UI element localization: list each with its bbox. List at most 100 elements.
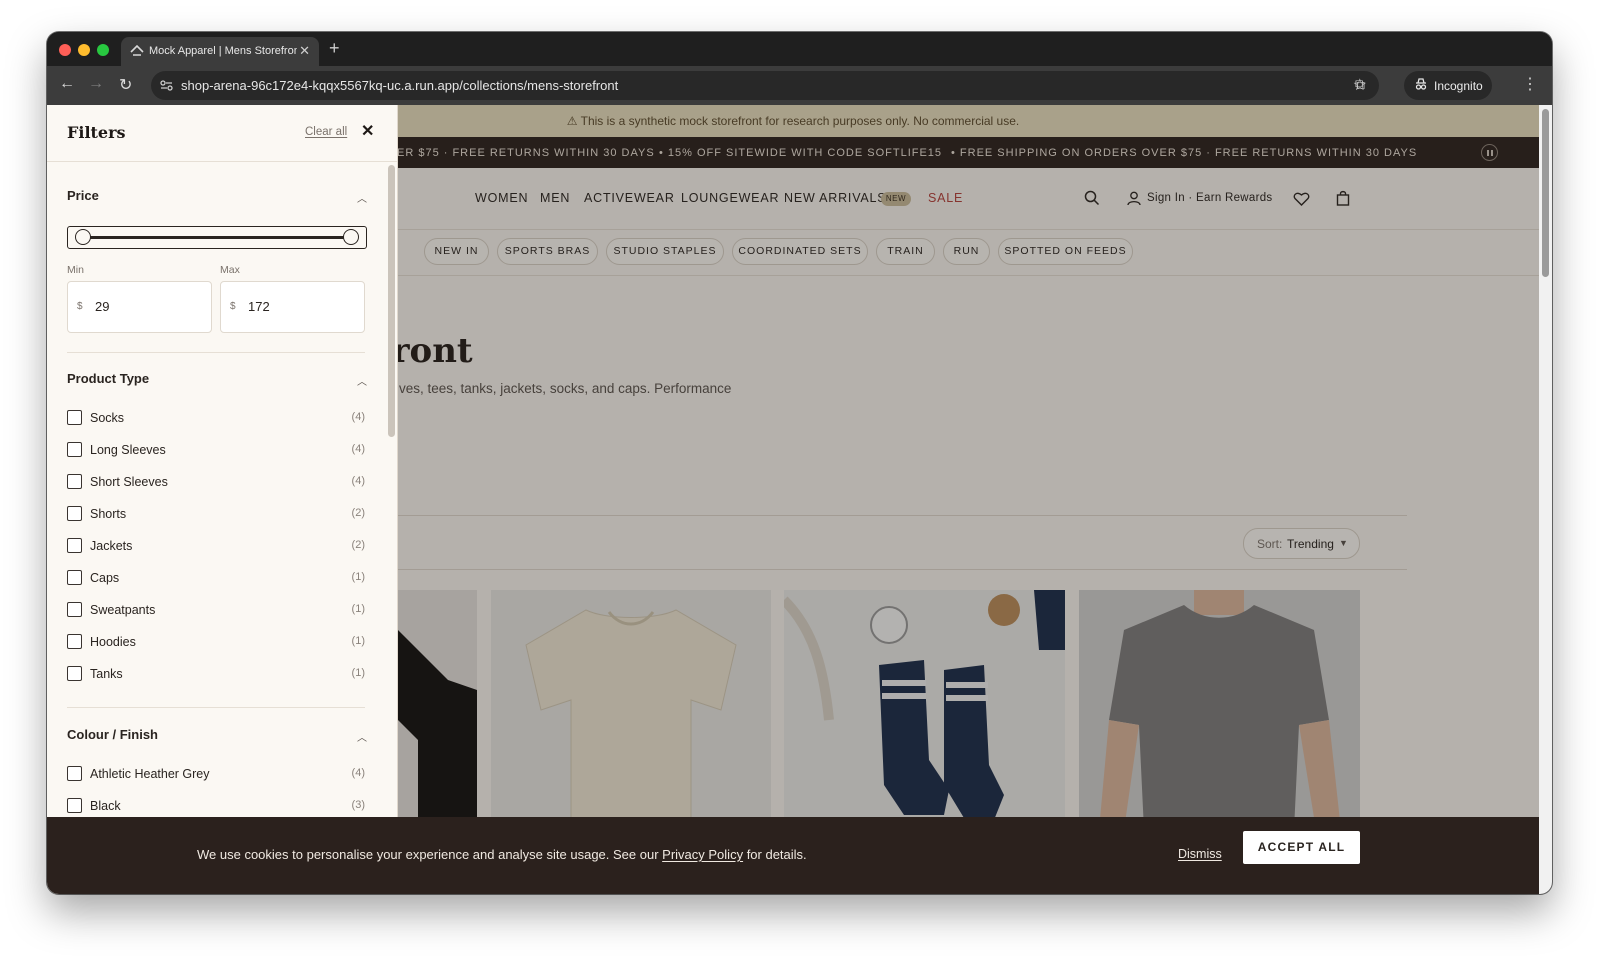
option-count: (1) xyxy=(351,667,365,679)
min-label: Min xyxy=(67,264,84,276)
reload-icon[interactable]: ↻ xyxy=(119,75,132,95)
filter-option[interactable]: Hoodies (1) xyxy=(67,633,367,653)
price-min-input[interactable]: $ 29 xyxy=(67,281,212,333)
filter-option[interactable]: Sweatpants (1) xyxy=(67,601,367,621)
incognito-indicator[interactable]: Incognito xyxy=(1404,71,1492,100)
filter-option[interactable]: Socks (4) xyxy=(67,409,367,429)
chevron-up-icon[interactable]: ︿ xyxy=(357,190,367,205)
option-count: (3) xyxy=(351,799,365,811)
option-label: Tanks xyxy=(90,667,123,681)
price-max-handle[interactable] xyxy=(343,229,359,245)
close-tab-icon[interactable]: ✕ xyxy=(299,43,310,59)
filters-title: Filters xyxy=(67,123,126,142)
price-range-track xyxy=(82,236,352,239)
tab-title: Mock Apparel | Mens Storefront xyxy=(149,45,297,57)
checkbox[interactable] xyxy=(67,506,82,521)
option-count: (4) xyxy=(351,411,365,423)
accept-all-cookies-button[interactable]: ACCEPT ALL xyxy=(1243,831,1360,864)
cookie-text: We use cookies to personalise your exper… xyxy=(197,847,663,862)
checkbox[interactable] xyxy=(67,474,82,489)
page-scrollbar-thumb[interactable] xyxy=(1542,109,1549,277)
checkbox[interactable] xyxy=(67,442,82,457)
checkbox[interactable] xyxy=(67,538,82,553)
checkbox[interactable] xyxy=(67,634,82,649)
option-label: Shorts xyxy=(90,507,127,521)
filter-option[interactable]: Shorts (2) xyxy=(67,505,367,525)
back-icon[interactable]: ← xyxy=(59,75,75,93)
product-type-heading[interactable]: Product Type xyxy=(67,371,149,386)
browser-menu-icon[interactable]: ⋮ xyxy=(1522,74,1538,94)
incognito-icon xyxy=(1415,78,1427,90)
checkbox[interactable] xyxy=(67,766,82,781)
checkbox[interactable] xyxy=(67,602,82,617)
price-min-handle[interactable] xyxy=(75,229,91,245)
option-count: (1) xyxy=(351,635,365,647)
page-dim-overlay[interactable] xyxy=(398,105,1539,894)
filter-option[interactable]: Short Sleeves (4) xyxy=(67,473,367,493)
privacy-policy-link[interactable]: Privacy Policy xyxy=(662,847,743,862)
cookie-banner: We use cookies to personalise your exper… xyxy=(47,817,1539,894)
tab-search-icon[interactable]: ⧉ xyxy=(1355,76,1365,93)
option-label: Athletic Heather Grey xyxy=(90,767,210,781)
filter-option[interactable]: Tanks (1) xyxy=(67,665,367,685)
page-scrollbar[interactable] xyxy=(1539,105,1552,894)
maximize-window-button[interactable] xyxy=(97,44,109,56)
filters-scrollbar[interactable] xyxy=(388,165,395,437)
checkbox[interactable] xyxy=(67,666,82,681)
option-label: Black xyxy=(90,799,121,813)
cookie-text: for details. xyxy=(743,847,807,862)
chevron-up-icon[interactable]: ︿ xyxy=(357,729,367,744)
option-label: Socks xyxy=(90,411,125,425)
filters-panel: Filters Clear all ✕ Price ︿ Min Max $ 29… xyxy=(47,105,398,894)
option-label: Caps xyxy=(90,571,120,585)
dismiss-cookie-button[interactable]: Dismiss xyxy=(1178,847,1222,861)
option-count: (4) xyxy=(351,475,365,487)
new-tab-icon[interactable]: + xyxy=(329,38,340,59)
page-viewport: ⚠ This is a synthetic mock storefront fo… xyxy=(47,105,1539,894)
filter-option[interactable]: Athletic Heather Grey (4) xyxy=(67,765,367,785)
price-heading[interactable]: Price xyxy=(67,188,99,203)
forward-icon[interactable]: → xyxy=(88,75,104,93)
option-label: Sweatpants xyxy=(90,603,156,617)
checkbox[interactable] xyxy=(67,410,82,425)
option-label: Jackets xyxy=(90,539,133,553)
site-settings-icon[interactable] xyxy=(159,78,174,93)
option-count: (4) xyxy=(351,767,365,779)
option-count: (1) xyxy=(351,603,365,615)
url-text: shop-arena-96c172e4-kqqx5567kq-uc.a.run.… xyxy=(181,78,619,93)
browser-tab[interactable]: Mock Apparel | Mens Storefront ✕ xyxy=(121,37,319,66)
browser-toolbar: ← → ↻ shop-arena-96c172e4-kqqx5567kq-uc.… xyxy=(47,66,1552,105)
price-min-value: 29 xyxy=(95,299,110,314)
clear-all-link[interactable]: Clear all xyxy=(305,126,347,138)
colour-heading[interactable]: Colour / Finish xyxy=(67,727,158,742)
divider xyxy=(67,352,365,353)
chevron-up-icon[interactable]: ︿ xyxy=(357,373,367,388)
filter-option[interactable]: Black (3) xyxy=(67,797,367,817)
site-favicon-icon xyxy=(130,45,144,56)
price-max-input[interactable]: $ 172 xyxy=(220,281,365,333)
option-count: (1) xyxy=(351,571,365,583)
minimize-window-button[interactable] xyxy=(78,44,90,56)
price-range-slider[interactable] xyxy=(67,226,367,249)
max-label: Max xyxy=(220,264,240,276)
close-filters-icon[interactable]: ✕ xyxy=(361,121,374,141)
tab-strip: Mock Apparel | Mens Storefront ✕ + xyxy=(47,32,1552,66)
checkbox[interactable] xyxy=(67,798,82,813)
checkbox[interactable] xyxy=(67,570,82,585)
desktop: Mock Apparel | Mens Storefront ✕ + ← → ↻… xyxy=(0,0,1600,957)
filter-option[interactable]: Caps (1) xyxy=(67,569,367,589)
filter-option[interactable]: Long Sleeves (4) xyxy=(67,441,367,461)
option-count: (2) xyxy=(351,507,365,519)
incognito-label: Incognito xyxy=(1434,79,1483,93)
currency-symbol: $ xyxy=(77,301,83,312)
option-count: (2) xyxy=(351,539,365,551)
divider xyxy=(67,707,365,708)
close-window-button[interactable] xyxy=(59,44,71,56)
address-bar[interactable]: shop-arena-96c172e4-kqqx5567kq-uc.a.run.… xyxy=(151,71,1379,100)
cookie-message: We use cookies to personalise your exper… xyxy=(197,847,807,862)
browser-window: Mock Apparel | Mens Storefront ✕ + ← → ↻… xyxy=(47,32,1552,894)
price-max-value: 172 xyxy=(248,299,270,314)
filter-option[interactable]: Jackets (2) xyxy=(67,537,367,557)
option-label: Long Sleeves xyxy=(90,443,166,457)
option-count: (4) xyxy=(351,443,365,455)
